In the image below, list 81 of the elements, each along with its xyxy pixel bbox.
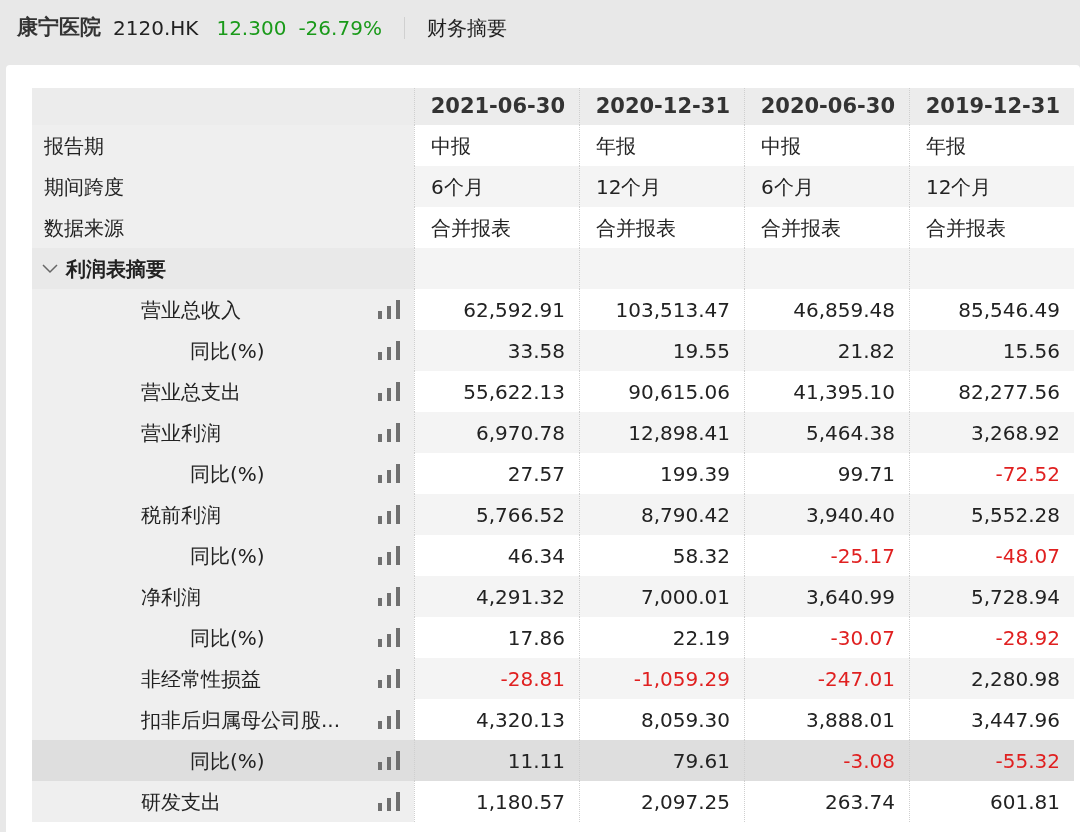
bar-chart-icon[interactable] bbox=[378, 382, 400, 401]
table-row[interactable]: 同比(%) 27.57 199.39 99.71 -72.52 bbox=[32, 453, 1080, 494]
table-row[interactable]: 同比(%) 33.58 19.55 21.82 15.56 bbox=[32, 330, 1080, 371]
table-cell: 8,790.42 bbox=[579, 494, 744, 535]
row-label: 报告期 bbox=[32, 125, 414, 166]
table-cell: 11.11 bbox=[414, 740, 579, 781]
table-cell: -247.01 bbox=[744, 658, 909, 699]
bar-chart-icon[interactable] bbox=[378, 669, 400, 688]
table-row[interactable]: 非经常性损益 -28.81 -1,059.29 -247.01 2,280.98 bbox=[32, 658, 1080, 699]
row-label: 税前利润 bbox=[141, 501, 221, 529]
table-cell: 6个月 bbox=[744, 166, 909, 207]
row-label: 同比(%) bbox=[190, 747, 265, 775]
row-label: 同比(%) bbox=[190, 460, 265, 488]
table-cell: 3,640.99 bbox=[744, 576, 909, 617]
column-header: 2021-06-30 bbox=[414, 88, 579, 125]
column-header: 2019-12-31 bbox=[909, 88, 1074, 125]
bar-chart-icon[interactable] bbox=[378, 628, 400, 647]
section-title: 利润表摘要 bbox=[66, 255, 166, 283]
table-cell: 3,268.92 bbox=[909, 412, 1074, 453]
row-label: 营业总收入 bbox=[141, 296, 241, 324]
table-cell: 12个月 bbox=[579, 166, 744, 207]
table-cell: 12,898.41 bbox=[579, 412, 744, 453]
table-row[interactable]: 研发支出 1,180.57 2,097.25 263.74 601.81 bbox=[32, 781, 1080, 822]
bar-chart-icon[interactable] bbox=[378, 300, 400, 319]
table-cell: 19.55 bbox=[579, 330, 744, 371]
table-cell: 12个月 bbox=[909, 166, 1074, 207]
table-cell: -28.81 bbox=[414, 658, 579, 699]
row-label: 数据来源 bbox=[32, 207, 414, 248]
table-cell: 6个月 bbox=[414, 166, 579, 207]
table-cell: -55.32 bbox=[909, 740, 1074, 781]
column-header: 2020-06-30 bbox=[744, 88, 909, 125]
table-cell: 21.82 bbox=[744, 330, 909, 371]
table-cell: 33.58 bbox=[414, 330, 579, 371]
table-cell: -3.08 bbox=[744, 740, 909, 781]
row-label: 营业总支出 bbox=[141, 378, 241, 406]
table-row[interactable]: 营业总支出 55,622.13 90,615.06 41,395.10 82,277.56 bbox=[32, 371, 1080, 412]
table-cell: 5,464.38 bbox=[744, 412, 909, 453]
bar-chart-icon[interactable] bbox=[378, 710, 400, 729]
table-row[interactable]: 扣非后归属母公司股... 4,320.13 8,059.30 3,888.01 3,447.96 bbox=[32, 699, 1080, 740]
bar-chart-icon[interactable] bbox=[378, 546, 400, 565]
table-row[interactable]: 税前利润 5,766.52 8,790.42 3,940.40 5,552.28 bbox=[32, 494, 1080, 535]
table-row[interactable]: 营业总收入 62,592.91 103,513.47 46,859.48 85,546.49 bbox=[32, 289, 1080, 330]
bar-chart-icon[interactable] bbox=[378, 341, 400, 360]
bar-chart-icon[interactable] bbox=[378, 587, 400, 606]
column-header: 2020-12-31 bbox=[579, 88, 744, 125]
row-label: 同比(%) bbox=[190, 624, 265, 652]
table-row[interactable]: 同比(%) 46.34 58.32 -25.17 -48.07 bbox=[32, 535, 1080, 576]
table-cell: 15.56 bbox=[909, 330, 1074, 371]
table-cell: 79.61 bbox=[579, 740, 744, 781]
row-label: 同比(%) bbox=[190, 542, 265, 570]
stock-code: 2120.HK bbox=[113, 15, 199, 42]
table-cell: 5,766.52 bbox=[414, 494, 579, 535]
row-label: 同比(%) bbox=[190, 337, 265, 365]
page-title: 财务摘要 bbox=[426, 15, 507, 42]
table-cell: 5,552.28 bbox=[909, 494, 1074, 535]
bar-chart-icon[interactable] bbox=[378, 464, 400, 483]
table-cell: -1,059.29 bbox=[579, 658, 744, 699]
stock-name: 康宁医院 bbox=[17, 14, 101, 42]
bar-chart-icon[interactable] bbox=[378, 751, 400, 770]
price-change: -26.79% bbox=[298, 15, 382, 42]
row-label: 净利润 bbox=[141, 583, 201, 611]
row-label: 营业利润 bbox=[141, 419, 221, 447]
table-cell: 7,000.01 bbox=[579, 576, 744, 617]
table-row[interactable]: 营业利润 6,970.78 12,898.41 5,464.38 3,268.92 bbox=[32, 412, 1080, 453]
table-row[interactable]: 净利润 4,291.32 7,000.01 3,640.99 5,728.94 bbox=[32, 576, 1080, 617]
bar-chart-icon[interactable] bbox=[378, 423, 400, 442]
row-label: 扣非后归属母公司股... bbox=[141, 706, 341, 734]
table-row[interactable]: 同比(%) 11.11 79.61 -3.08 -55.32 bbox=[32, 740, 1080, 781]
row-label: 期间跨度 bbox=[32, 166, 414, 207]
table-cell: 5,728.94 bbox=[909, 576, 1074, 617]
bar-chart-icon[interactable] bbox=[378, 505, 400, 524]
row-label: 非经常性损益 bbox=[141, 665, 261, 693]
bar-chart-icon[interactable] bbox=[378, 792, 400, 811]
table-row[interactable]: 同比(%) 17.86 22.19 -30.07 -28.92 bbox=[32, 617, 1080, 658]
table-cell: 2,280.98 bbox=[909, 658, 1074, 699]
table-cell: 3,940.40 bbox=[744, 494, 909, 535]
row-label: 研发支出 bbox=[141, 788, 221, 816]
chevron-down-icon[interactable] bbox=[42, 263, 58, 274]
table-cell: 6,970.78 bbox=[414, 412, 579, 453]
table-cell: 4,291.32 bbox=[414, 576, 579, 617]
stock-price: 12.300 bbox=[216, 15, 287, 42]
